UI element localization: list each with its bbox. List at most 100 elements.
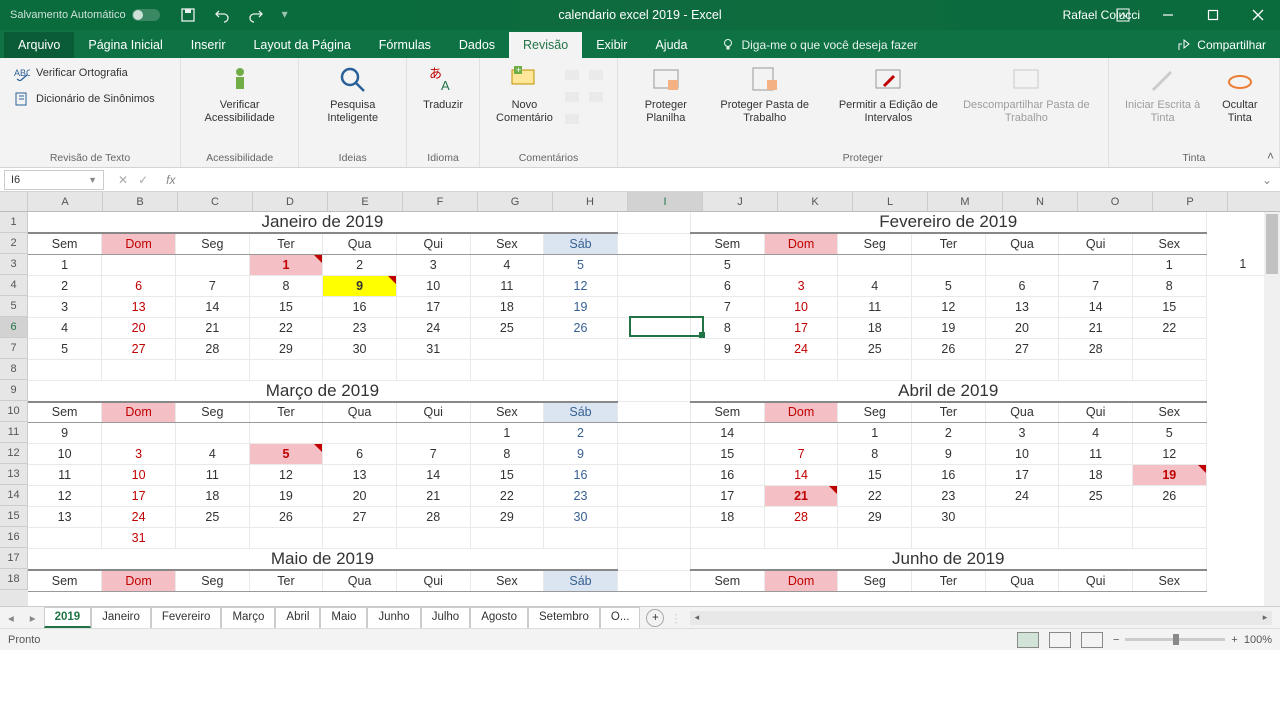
select-all-cell[interactable] [0,192,28,211]
row-header[interactable]: 9 [0,380,28,401]
expand-formula-bar-icon[interactable]: ⌄ [1254,173,1280,187]
hide-ink-button[interactable]: Ocultar Tinta [1211,62,1269,126]
tab-data[interactable]: Dados [445,32,509,58]
new-comment-button[interactable]: +Novo Comentário [490,62,559,126]
sheet-tab[interactable]: Setembro [528,607,600,628]
column-header[interactable]: N [1003,192,1078,211]
column-header[interactable]: M [928,192,1003,211]
column-header[interactable]: C [178,192,253,211]
sheet-tab[interactable]: Fevereiro [151,607,222,628]
next-comment-icon[interactable] [563,110,583,130]
spelling-button[interactable]: ABCVerificar Ortografia [10,62,170,84]
save-icon[interactable] [180,7,196,23]
zoom-control[interactable]: − + 100% [1113,634,1272,646]
maximize-icon[interactable] [1190,0,1235,30]
prev-comment-icon[interactable] [563,88,583,108]
status-bar: Pronto − + 100% [0,628,1280,650]
row-header[interactable]: 16 [0,527,28,548]
tab-home[interactable]: Página Inicial [74,32,176,58]
sheet-tab[interactable]: Abril [275,607,320,628]
translate-button[interactable]: あATraduzir [417,62,469,114]
sheet-tab[interactable]: Janeiro [91,607,151,628]
zoom-level[interactable]: 100% [1244,634,1272,646]
column-header[interactable]: B [103,192,178,211]
column-header[interactable]: A [28,192,103,211]
show-all-comments-icon[interactable] [587,88,607,108]
row-header[interactable]: 14 [0,485,28,506]
column-header[interactable]: F [403,192,478,211]
worksheet-grid[interactable]: ABCDEFGHIJKLMNOP 12345678910111213141516… [0,192,1280,606]
redo-icon[interactable] [248,7,264,23]
row-header[interactable]: 7 [0,338,28,359]
row-header[interactable]: 12 [0,443,28,464]
column-header[interactable]: L [853,192,928,211]
column-header[interactable]: E [328,192,403,211]
row-header[interactable]: 4 [0,275,28,296]
name-box[interactable]: I6▼ [4,170,104,190]
zoom-out-icon[interactable]: − [1113,634,1119,646]
column-header[interactable]: D [253,192,328,211]
formula-input[interactable] [183,170,1253,190]
undo-icon[interactable] [214,7,230,23]
new-sheet-button[interactable]: + [646,609,664,627]
protect-workbook-button[interactable]: Proteger Pasta de Trabalho [708,62,822,126]
row-header[interactable]: 8 [0,359,28,380]
column-header[interactable]: P [1153,192,1228,211]
fx-icon[interactable]: fx [158,173,183,187]
column-header[interactable]: O [1078,192,1153,211]
horizontal-scrollbar[interactable]: ◂▸ [690,611,1272,625]
vertical-scrollbar[interactable] [1264,212,1280,606]
collapse-ribbon-icon[interactable]: ˄ [1267,149,1274,163]
protect-sheet-button[interactable]: Proteger Planilha [628,62,704,126]
sheet-tab[interactable]: Março [221,607,275,628]
row-header[interactable]: 3 [0,254,28,275]
column-header[interactable]: K [778,192,853,211]
qat-customize-icon[interactable]: ▾ [282,7,290,23]
row-header[interactable]: 17 [0,548,28,569]
show-comment-icon[interactable] [587,66,607,86]
minimize-icon[interactable] [1145,0,1190,30]
tab-view[interactable]: Exibir [582,32,641,58]
autosave-toggle[interactable]: Salvamento Automático [0,9,170,21]
tab-file[interactable]: Arquivo [4,32,74,58]
row-header[interactable]: 15 [0,506,28,527]
sheet-tab[interactable]: Junho [367,607,420,628]
page-layout-view-button[interactable] [1049,632,1071,648]
row-header[interactable]: 11 [0,422,28,443]
tell-me-search[interactable]: Diga-me o que você deseja fazer [711,32,927,58]
accessibility-button[interactable]: Verificar Acessibilidade [191,62,288,126]
tab-help[interactable]: Ajuda [641,32,701,58]
column-header[interactable]: G [478,192,553,211]
zoom-in-icon[interactable]: + [1231,634,1237,646]
tab-insert[interactable]: Inserir [177,32,240,58]
row-header[interactable]: 10 [0,401,28,422]
sheet-tab[interactable]: O... [600,607,641,628]
normal-view-button[interactable] [1017,632,1039,648]
sheet-tab[interactable]: 2019 [44,607,92,628]
page-break-view-button[interactable] [1081,632,1103,648]
row-header[interactable]: 6 [0,317,28,338]
delete-comment-icon[interactable] [563,66,583,86]
ribbon-display-icon[interactable] [1100,0,1145,30]
share-button[interactable]: Compartilhar [1163,32,1280,58]
thesaurus-button[interactable]: Dicionário de Sinônimos [10,88,170,110]
sheet-tab[interactable]: Agosto [470,607,528,628]
row-header[interactable]: 18 [0,569,28,590]
row-header[interactable]: 1 [0,212,28,233]
smart-lookup-button[interactable]: Pesquisa Inteligente [309,62,396,126]
sheet-nav-prev-icon[interactable]: ◂ [0,611,22,625]
column-header[interactable]: H [553,192,628,211]
close-icon[interactable] [1235,0,1280,30]
row-header[interactable]: 5 [0,296,28,317]
sheet-nav-next-icon[interactable]: ▸ [22,611,44,625]
allow-edit-ranges-button[interactable]: Permitir a Edição de Intervalos [826,62,951,126]
row-header[interactable]: 13 [0,464,28,485]
tab-page-layout[interactable]: Layout da Página [239,32,364,58]
sheet-tab[interactable]: Julho [421,607,471,628]
column-header[interactable]: I [628,192,703,211]
column-header[interactable]: J [703,192,778,211]
tab-review[interactable]: Revisão [509,32,582,58]
sheet-tab[interactable]: Maio [320,607,367,628]
tab-formulas[interactable]: Fórmulas [365,32,445,58]
row-header[interactable]: 2 [0,233,28,254]
